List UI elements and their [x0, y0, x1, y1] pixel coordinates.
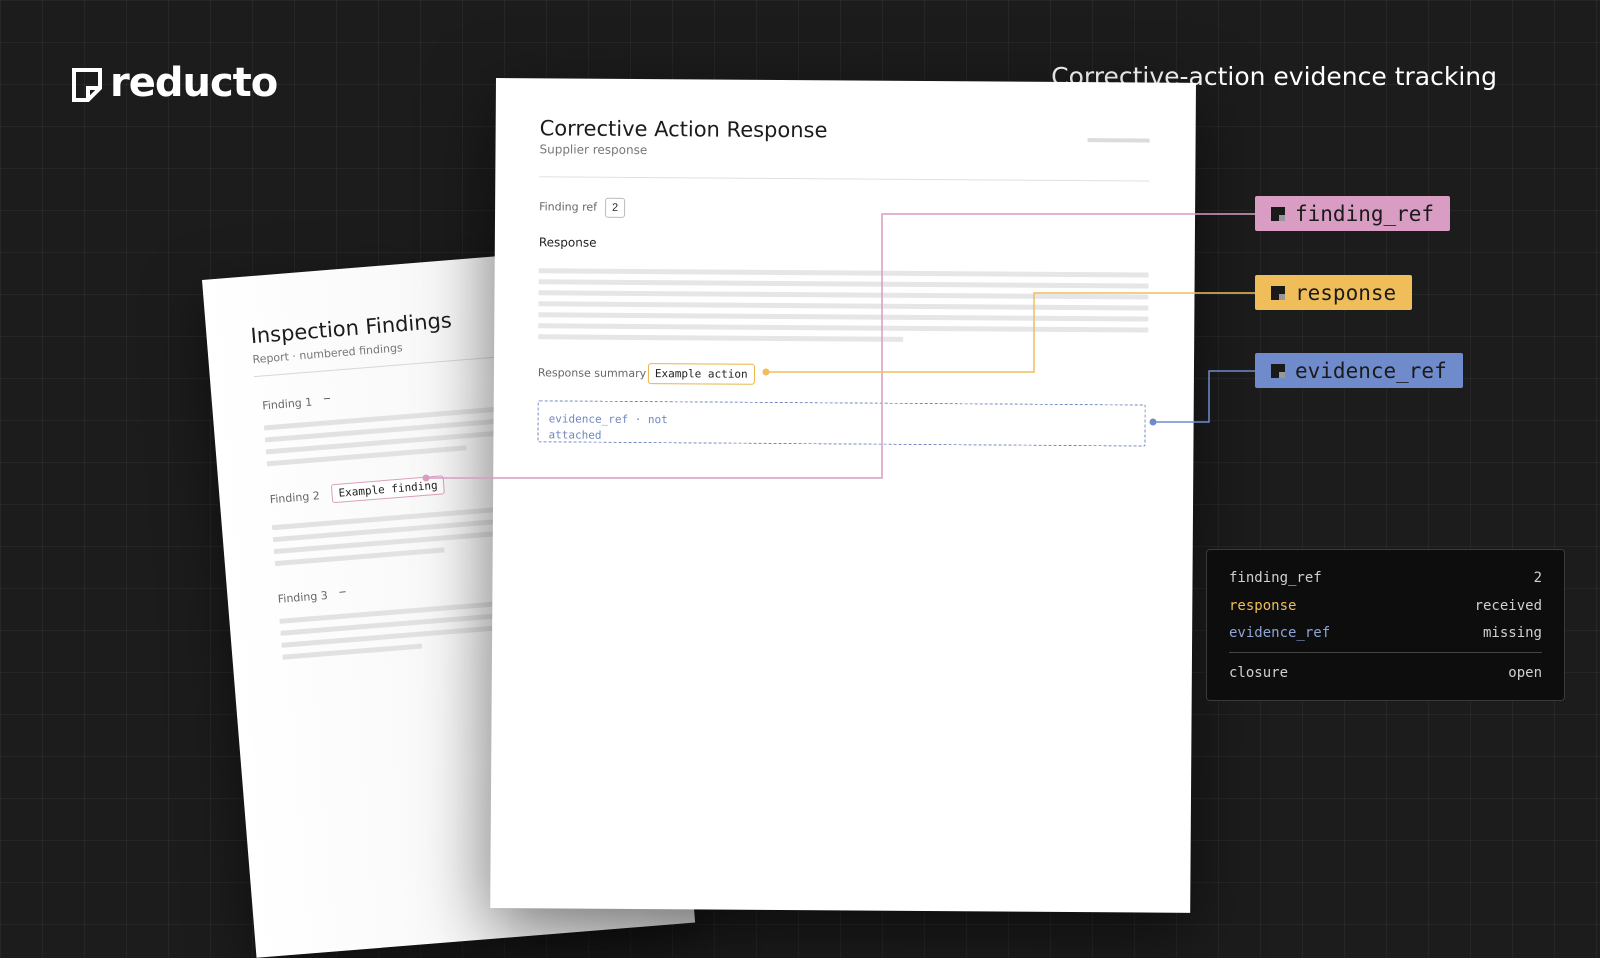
evidence-ref-connector-dot [1149, 418, 1157, 426]
summary-value: missing [1482, 625, 1542, 641]
summary-key: response [1229, 598, 1297, 614]
evidence-ref-pill[interactable]: evidence_ref [1255, 353, 1463, 388]
summary-key: evidence_ref [1229, 625, 1331, 641]
divider [1229, 652, 1542, 653]
response-connector-dot [762, 368, 770, 376]
evidence-ref-pill-label: evidence_ref [1295, 358, 1447, 383]
field-icon [1271, 363, 1285, 378]
connector-lines [422, 213, 1255, 482]
summary-panel: finding_ref 2 response received evidence… [1206, 549, 1565, 701]
finding-ref-pill-label: finding_ref [1295, 201, 1435, 226]
finding-ref-pill[interactable]: finding_ref [1255, 196, 1451, 231]
summary-value: received [1474, 598, 1542, 614]
response-connector [766, 292, 1255, 373]
summary-row-closure: closure open [1229, 665, 1542, 681]
evidence-ref-connector [1153, 370, 1255, 423]
summary-key: closure [1229, 665, 1289, 681]
summary-value: 2 [1533, 570, 1542, 586]
field-icon [1271, 206, 1285, 221]
summary-row-evidence-ref: evidence_ref missing [1229, 625, 1542, 641]
summary-key: finding_ref [1229, 570, 1322, 586]
summary-value: open [1508, 665, 1542, 681]
field-icon [1271, 285, 1285, 300]
summary-row-response: response received [1229, 598, 1542, 614]
summary-row-finding-ref: finding_ref 2 [1229, 570, 1542, 586]
finding-ref-connector-dot [422, 474, 430, 482]
response-pill[interactable]: response [1255, 275, 1413, 310]
finding-ref-connector [426, 213, 1255, 479]
response-pill-label: response [1295, 280, 1397, 305]
